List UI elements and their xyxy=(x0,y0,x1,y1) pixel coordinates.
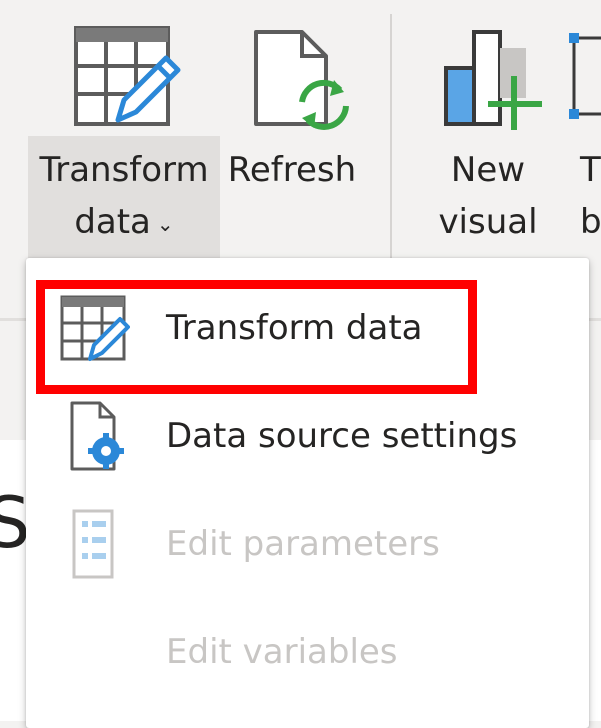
new-visual-label-line1: New xyxy=(450,150,526,190)
refresh-document-icon xyxy=(254,30,349,130)
parameters-list-icon xyxy=(72,509,114,579)
menu-item-label: Transform data xyxy=(166,308,423,348)
document-gear-icon xyxy=(70,401,124,471)
refresh-label: Refresh xyxy=(227,150,357,190)
menu-item-data-source-settings[interactable]: Data source settings xyxy=(26,388,589,484)
transform-data-dropdown-menu: Transform data Data source settings Edit… xyxy=(26,258,589,728)
ribbon-group-separator xyxy=(390,14,392,264)
text-box-button[interactable]: T b xyxy=(580,144,601,248)
table-pencil-icon xyxy=(74,26,181,126)
menu-item-transform-data[interactable]: Transform data xyxy=(26,280,589,376)
menu-item-label: Edit variables xyxy=(166,632,398,672)
menu-item-edit-variables: Edit variables xyxy=(26,604,589,700)
transform-data-label-line2-wrap: data ⌄ xyxy=(28,196,220,250)
table-pencil-icon xyxy=(60,295,130,361)
refresh-button[interactable]: Refresh xyxy=(222,144,362,196)
text-box-label-line1: T xyxy=(580,150,601,190)
menu-item-label: Edit parameters xyxy=(166,524,440,564)
menu-item-edit-parameters: Edit parameters xyxy=(26,496,589,592)
chevron-down-icon[interactable]: ⌄ xyxy=(157,198,174,250)
new-visual-button[interactable]: New visual xyxy=(432,144,544,248)
textbox-icon xyxy=(569,33,601,119)
bar-chart-add-icon xyxy=(444,30,542,130)
new-visual-label-line2: visual xyxy=(438,202,538,242)
transform-data-label-line2: data xyxy=(74,202,151,242)
text-box-label-line2: b xyxy=(580,202,601,242)
menu-item-label: Data source settings xyxy=(166,416,518,456)
transform-data-label-line1: Transform xyxy=(39,150,209,190)
transform-data-ribbon-button[interactable]: Transform data ⌄ xyxy=(28,136,220,260)
